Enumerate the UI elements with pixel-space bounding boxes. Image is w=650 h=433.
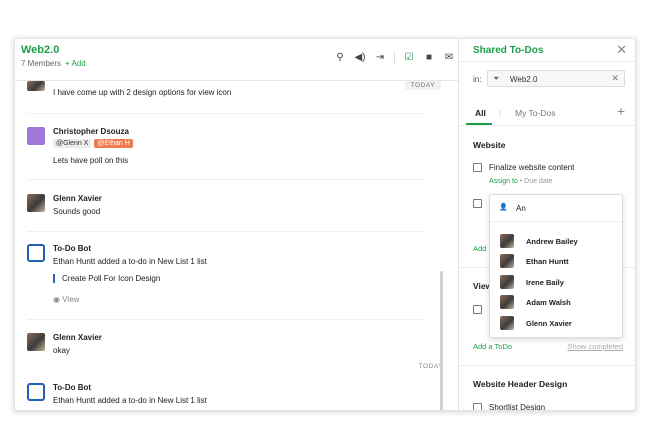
list-title[interactable]: Website Header Design	[473, 379, 567, 389]
avatar	[500, 295, 514, 309]
sender-name[interactable]: To-Do Bot	[53, 244, 91, 253]
filter-label: in:	[473, 75, 482, 84]
view-label: View	[62, 295, 80, 304]
message-text: Ethan Huntt added a to-do in New List 1 …	[53, 257, 207, 266]
divider	[27, 319, 423, 320]
assign-to-link[interactable]: Assign to	[489, 178, 518, 185]
members-count[interactable]: 7 Members	[21, 59, 61, 68]
divider	[459, 365, 635, 366]
todo-checkbox[interactable]	[473, 305, 482, 314]
view-link[interactable]: ◉ View	[53, 295, 79, 304]
todo-checkbox[interactable]	[473, 403, 482, 410]
assignee-option[interactable]: Irene Baily	[490, 272, 622, 292]
app-window: Web2.0 7 Members + Add ⚲ ◀) ⇥ ☑ ■ ✉ TODAY…	[14, 38, 636, 411]
list-title[interactable]: Website	[473, 140, 505, 150]
message-list: TODAY I have come up with 2 design optio…	[15, 81, 459, 410]
sender-name[interactable]: Glenn Xavier	[53, 333, 102, 342]
divider	[27, 179, 423, 180]
chat-header: Web2.0 7 Members + Add ⚲ ◀) ⇥ ☑ ■ ✉	[15, 39, 459, 81]
members-line: 7 Members + Add	[21, 59, 86, 68]
assign-row: Assign to • Due date	[489, 178, 553, 185]
clear-filter-icon[interactable]: ✕	[611, 73, 619, 84]
toolbar-divider	[394, 52, 395, 64]
mail-icon[interactable]: ✉	[443, 52, 455, 64]
chat-scrollbar[interactable]	[440, 271, 443, 410]
avatar	[500, 275, 514, 289]
assignee-name: Ethan Huntt	[526, 257, 569, 266]
avatar	[500, 254, 514, 268]
day-label: TODAY	[404, 81, 441, 90]
avatar[interactable]	[27, 333, 45, 351]
assignee-name: Glenn Xavier	[526, 319, 572, 328]
avatar[interactable]	[27, 127, 45, 145]
message-text: Lets have poll on this	[53, 156, 129, 165]
header-toolbar: ⚲ ◀) ⇥ ☑ ■ ✉	[334, 52, 455, 64]
message-text: okay	[53, 346, 70, 355]
paperclip-icon[interactable]: ⚲	[334, 52, 346, 64]
tab-all[interactable]: All	[475, 108, 486, 118]
assignee-search-input[interactable]: 👤 An	[490, 195, 622, 222]
message-text: Ethan Huntt added a to-do in New List 1 …	[53, 396, 207, 405]
show-completed-link[interactable]: Show completed	[568, 342, 623, 351]
due-date-link[interactable]: Due date	[524, 178, 552, 185]
todo-quote[interactable]: Create Poll For Icon Design	[53, 274, 160, 283]
add-list-icon[interactable]: +	[617, 103, 625, 119]
todo-text[interactable]: Finalize website content	[489, 163, 574, 172]
sender-name[interactable]: To-Do Bot	[53, 383, 91, 392]
avatar	[500, 316, 514, 330]
filter-value: Web2.0	[510, 75, 538, 84]
avatar[interactable]	[27, 81, 45, 91]
assignee-name: Andrew Bailey	[526, 237, 578, 246]
mention-tags: @Glenn X @Ethan H	[53, 138, 136, 148]
video-icon[interactable]: ■	[423, 52, 435, 64]
assignee-option[interactable]: Adam Walsh	[490, 292, 622, 312]
person-icon: 👤	[499, 204, 508, 211]
assignee-dropdown: 👤 An Andrew Bailey Ethan Huntt Irene Bai…	[489, 194, 623, 338]
todo-text[interactable]: Shortlist Design	[489, 403, 545, 410]
divider	[27, 113, 423, 114]
todo-checkbox[interactable]	[473, 199, 482, 208]
todo-checkbox[interactable]	[473, 163, 482, 172]
mention-tag[interactable]: @Ethan H	[94, 139, 133, 148]
avatar	[500, 234, 514, 248]
todo-bot-icon	[27, 383, 45, 401]
message-text: I have come up with 2 design options for…	[53, 88, 232, 97]
add-todo-link[interactable]: Add a ToDo	[473, 342, 512, 351]
funnel-icon: ⏷	[493, 74, 500, 83]
filter-field[interactable]: ⏷ Web2.0 ✕	[487, 70, 625, 87]
message-text: Sounds good	[53, 207, 101, 216]
speaker-icon[interactable]: ◀)	[354, 52, 366, 64]
add-member-link[interactable]: + Add	[65, 59, 86, 68]
sender-name[interactable]: Christopher Dsouza	[53, 127, 129, 136]
avatar[interactable]	[27, 194, 45, 212]
checkbox-icon[interactable]: ☑	[403, 52, 415, 64]
panel-title: Shared To-Dos	[473, 45, 544, 56]
chat-pane: Web2.0 7 Members + Add ⚲ ◀) ⇥ ☑ ■ ✉ TODAY…	[15, 39, 459, 410]
divider	[459, 61, 635, 62]
eye-icon: ◉	[53, 295, 60, 304]
assignee-option[interactable]: Glenn Xavier	[490, 313, 622, 333]
assignee-name: Irene Baily	[526, 278, 564, 287]
assignee-option[interactable]: Ethan Huntt	[490, 251, 622, 271]
chat-title[interactable]: Web2.0	[21, 44, 59, 56]
assignee-name: Adam Walsh	[526, 298, 571, 307]
todo-bot-icon	[27, 244, 45, 262]
mention-tag[interactable]: @Glenn X	[53, 139, 92, 148]
assignee-option[interactable]: Andrew Bailey	[490, 231, 622, 251]
exit-icon[interactable]: ⇥	[374, 52, 386, 64]
assignee-query: An	[516, 204, 526, 213]
close-icon[interactable]: ✕	[616, 42, 627, 58]
add-todo-link[interactable]: Add	[473, 244, 486, 253]
tab-my-todos[interactable]: My To-Dos	[515, 108, 555, 118]
divider	[27, 231, 423, 232]
tab-separator: |	[499, 109, 502, 118]
todo-tabs: All | My To-Dos +	[459, 99, 635, 126]
sender-name[interactable]: Glenn Xavier	[53, 194, 102, 203]
active-tab-indicator	[466, 123, 492, 125]
